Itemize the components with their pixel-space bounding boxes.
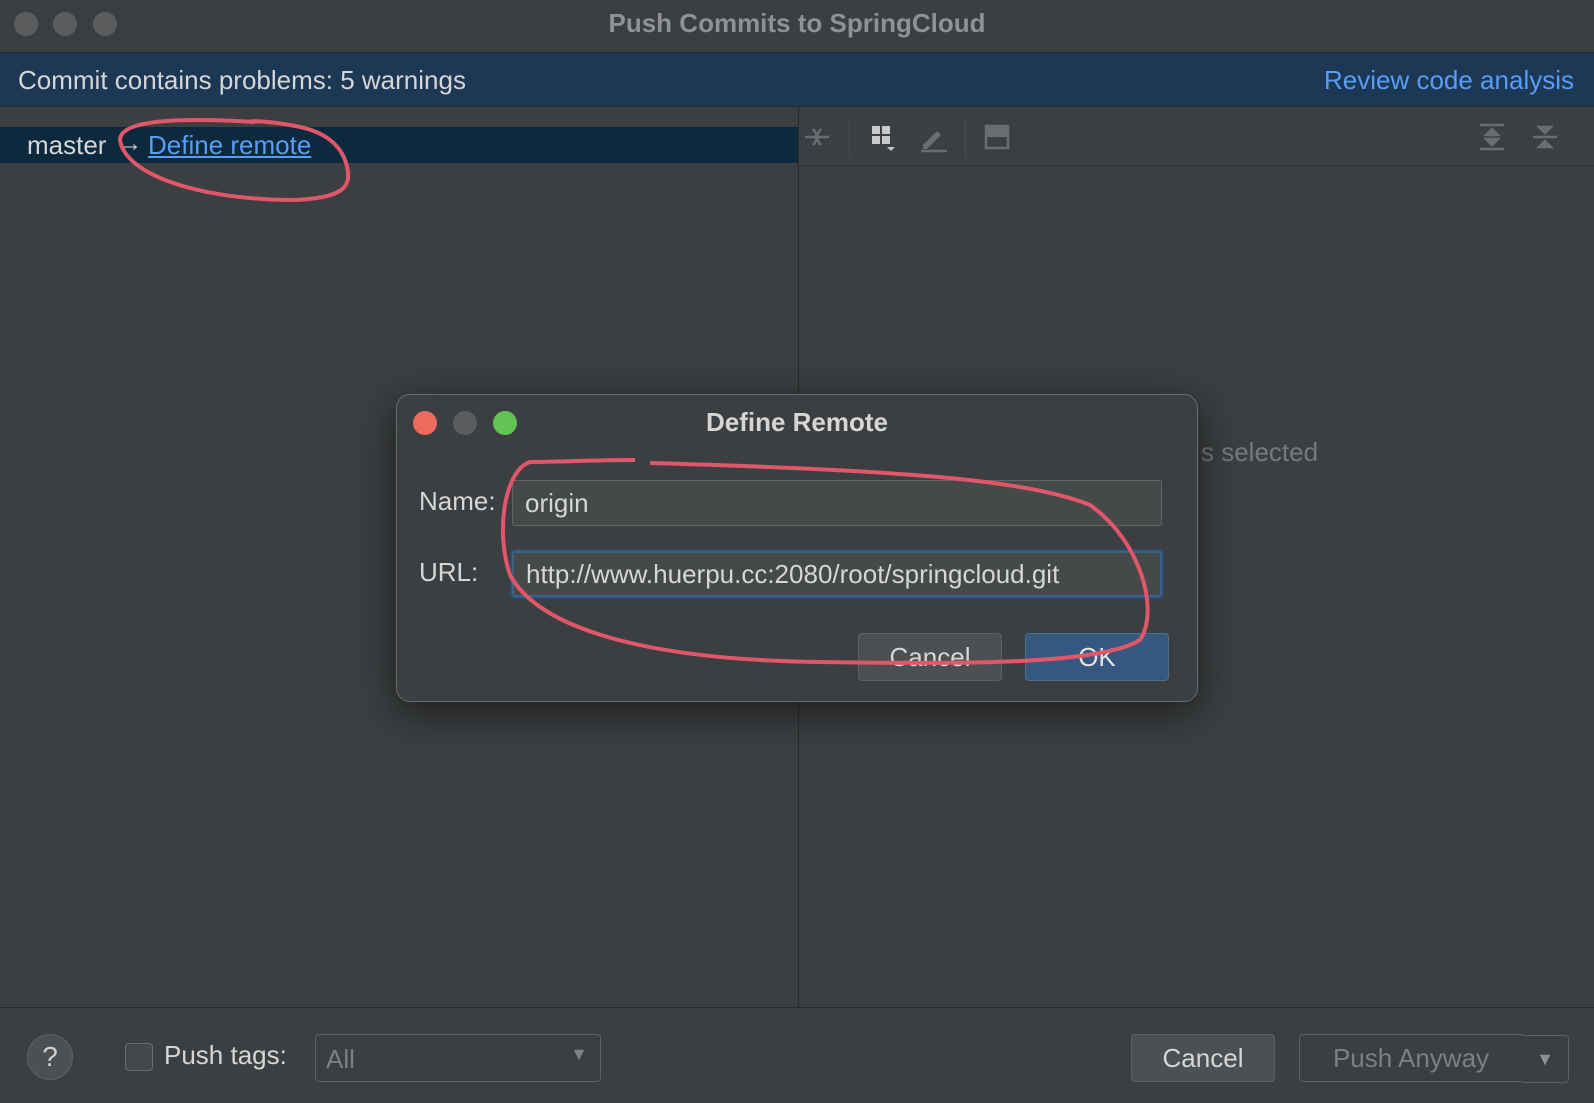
edit-icon[interactable] <box>917 121 949 153</box>
window-titlebar: Push Commits to SpringCloud <box>0 0 1594 53</box>
branch-row[interactable]: master → Define remote <box>0 127 798 163</box>
remote-url-field[interactable] <box>512 551 1162 597</box>
empty-selection-text: s selected <box>1201 437 1319 467</box>
branch-name: master <box>27 130 107 160</box>
dialog-cancel-button[interactable]: Cancel <box>858 633 1002 681</box>
define-remote-dialog: Define Remote Name: URL: Cancel OK <box>396 394 1198 702</box>
bottom-bar: ? Push tags: All ▼ Cancel Push Anyway ▼ <box>0 1007 1594 1103</box>
dialog-title: Define Remote <box>705 407 889 437</box>
group-by-icon[interactable] <box>867 121 899 153</box>
changes-toolbar <box>799 107 1594 166</box>
url-label: URL: <box>419 557 479 587</box>
cancel-button[interactable]: Cancel <box>1131 1034 1275 1082</box>
chevron-down-icon: ▼ <box>570 1044 588 1064</box>
chevron-down-icon: ▼ <box>1536 1049 1554 1069</box>
dialog-ok-button[interactable]: OK <box>1025 633 1169 681</box>
toolbar-separator <box>849 117 850 157</box>
name-label: Name: <box>419 486 496 516</box>
window-title: Push Commits to SpringCloud <box>608 8 986 38</box>
remote-name-field[interactable] <box>512 480 1162 526</box>
collapse-icon[interactable] <box>801 121 833 153</box>
warning-message: Commit contains problems: 5 warnings <box>18 65 466 95</box>
help-button[interactable]: ? <box>27 1034 73 1080</box>
branch-arrow-icon: → <box>118 130 142 157</box>
expand-all-icon[interactable] <box>1476 121 1508 153</box>
push-anyway-button[interactable]: Push Anyway <box>1299 1034 1523 1082</box>
define-remote-link[interactable]: Define remote <box>148 130 311 161</box>
push-options-dropdown[interactable]: ▼ <box>1522 1035 1569 1083</box>
review-code-analysis-link[interactable]: Review code analysis <box>1324 65 1574 96</box>
toolbar-separator <box>965 117 966 157</box>
preview-icon[interactable] <box>981 121 1013 153</box>
collapse-all-icon[interactable] <box>1529 121 1561 153</box>
push-tags-label: Push tags: <box>164 1040 287 1070</box>
warning-banner: Commit contains problems: 5 warnings Rev… <box>0 53 1594 107</box>
push-tags-value: All <box>326 1044 355 1074</box>
push-tags-select[interactable]: All ▼ <box>315 1034 601 1082</box>
push-tags-checkbox[interactable] <box>125 1043 153 1071</box>
